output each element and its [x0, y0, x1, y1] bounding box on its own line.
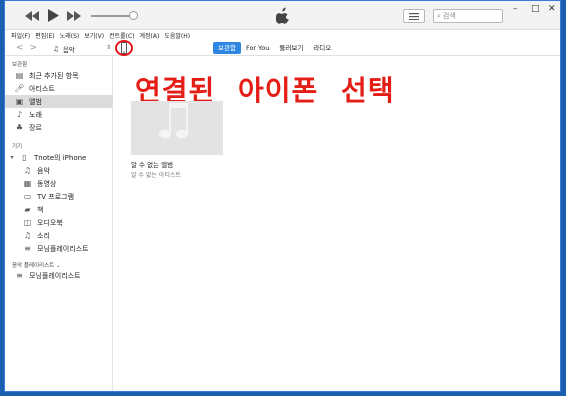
- music-notes-icon: [159, 103, 188, 139]
- note-icon: ♫: [53, 45, 59, 53]
- sidebar-item-albums[interactable]: ▣ 앨범: [5, 95, 113, 108]
- media-kind-picker[interactable]: ♫ 음악: [53, 44, 75, 54]
- search-placeholder: 검색: [442, 12, 456, 20]
- device-item-label: 오디오북: [37, 218, 63, 227]
- device-item-audiobooks[interactable]: ◫ 오디오북: [5, 216, 113, 229]
- tab-bar: 보관함 For You 둘러보기 라디오: [213, 42, 336, 54]
- sidebar-item-songs[interactable]: ♪ 노래: [5, 108, 113, 121]
- menu-account[interactable]: 계정(A): [140, 31, 160, 40]
- sidebar: 보관함 ▤ 최근 추가된 항목 🎤︎ 아티스트 ▣ 앨범 ♪ 노래 ♣ 장르 기…: [5, 56, 113, 391]
- menu-help[interactable]: 도움말(H): [164, 31, 190, 40]
- device-item-label: 동영상: [37, 179, 57, 188]
- iphone-icon: ▯: [22, 152, 27, 162]
- updown-icon[interactable]: ⇕: [106, 44, 111, 51]
- playlists-section-header[interactable]: 음악 플레이리스트 ⌄: [12, 261, 61, 269]
- playlist-icon: ≡: [16, 270, 23, 280]
- forward-icon[interactable]: >: [30, 43, 38, 53]
- search-field[interactable]: ⌕ 검색: [433, 9, 503, 23]
- device-name: Tnote의 iPhone: [34, 153, 87, 162]
- back-icon[interactable]: <: [16, 43, 24, 53]
- media-kind-label: 음악: [62, 46, 75, 54]
- disclosure-triangle-icon: ▾: [10, 153, 14, 161]
- navigation-row: < > ♫ 음악 ⇕ 보관함 For You 둘러보기 라디오: [5, 40, 560, 56]
- device-item-tones[interactable]: ♫ 소리: [5, 229, 113, 242]
- tab-library[interactable]: 보관함: [213, 42, 241, 54]
- itunes-window: ⌕ 검색 – □ ✕ 파일(F) 편집(E) 노래(S) 보기(V) 컨트롤(C…: [4, 0, 561, 392]
- playback-controls: [25, 9, 81, 22]
- sidebar-item-artists[interactable]: 🎤︎ 아티스트: [5, 82, 113, 95]
- book-icon: ▰: [24, 204, 31, 214]
- search-icon: ⌕: [437, 11, 441, 20]
- list-icon: [409, 12, 419, 20]
- tab-for-you[interactable]: For You: [241, 42, 274, 54]
- menu-edit[interactable]: 편집(E): [35, 31, 55, 40]
- menu-bar: 파일(F) 편집(E) 노래(S) 보기(V) 컨트롤(C) 계정(A) 도움말…: [5, 30, 560, 41]
- album-icon: ▣: [15, 96, 24, 106]
- genre-icon: ♣: [15, 122, 24, 132]
- rewind-icon[interactable]: [25, 10, 39, 21]
- note-icon: ♫: [23, 165, 32, 175]
- playlist-icon: ≡: [24, 243, 31, 253]
- sidebar-item-iphone[interactable]: ▾ ▯ Tnote의 iPhone: [5, 151, 113, 164]
- menu-view[interactable]: 보기(V): [84, 31, 104, 40]
- sidebar-item-label: 모닝플레이리스트: [29, 271, 81, 280]
- menu-controls[interactable]: 컨트롤(C): [109, 31, 134, 40]
- device-item-label: 소리: [37, 231, 50, 240]
- sidebar-item-recent[interactable]: ▤ 최근 추가된 항목: [5, 69, 113, 82]
- note-icon: ♪: [16, 109, 23, 119]
- fast-forward-icon[interactable]: [67, 10, 81, 21]
- player-bar: ⌕ 검색 – □ ✕: [5, 1, 560, 30]
- sidebar-item-label: 아티스트: [29, 84, 55, 93]
- close-button[interactable]: ✕: [548, 4, 556, 14]
- device-item-label: 책: [37, 205, 44, 214]
- menu-song[interactable]: 노래(S): [60, 31, 80, 40]
- library-section-header: 보관함: [12, 62, 28, 68]
- sidebar-item-label: 최근 추가된 항목: [29, 71, 79, 80]
- device-item-books[interactable]: ▰ 책: [5, 203, 113, 216]
- album-title[interactable]: 알 수 없는 앨범: [131, 159, 173, 169]
- tab-radio[interactable]: 라디오: [308, 42, 336, 54]
- play-icon[interactable]: [47, 9, 59, 22]
- sidebar-item-label: 앨범: [29, 97, 42, 106]
- album-artist: 알 수 없는 아티스트: [131, 172, 181, 179]
- film-icon: ▦: [23, 178, 32, 188]
- device-item-playlist[interactable]: ≡ 모닝플레이리스트: [5, 242, 113, 255]
- volume-knob[interactable]: [129, 11, 138, 20]
- device-item-label: TV 프로그램: [37, 192, 75, 201]
- artist-icon: 🎤︎: [14, 83, 25, 93]
- device-item-label: 음악: [37, 166, 50, 175]
- list-view-button[interactable]: [403, 9, 425, 23]
- minimize-button[interactable]: –: [513, 4, 518, 14]
- apple-logo-icon: [276, 7, 289, 24]
- album-artwork[interactable]: [131, 101, 223, 155]
- bell-icon: ♫: [23, 230, 32, 240]
- sidebar-item-genres[interactable]: ♣ 장르: [5, 121, 113, 134]
- annotation-circle: [115, 40, 133, 56]
- maximize-button[interactable]: □: [531, 4, 540, 14]
- sidebar-item-label: 장르: [29, 123, 42, 132]
- tab-browse[interactable]: 둘러보기: [274, 42, 308, 54]
- recent-icon: ▤: [15, 70, 24, 80]
- sidebar-item-label: 노래: [29, 110, 42, 119]
- sidebar-item-playlist[interactable]: ≡ 모닝플레이리스트: [5, 269, 113, 282]
- volume-slider[interactable]: [91, 15, 133, 17]
- device-item-movies[interactable]: ▦ 동영상: [5, 177, 113, 190]
- devices-section-header: 기기: [12, 144, 23, 150]
- audiobook-icon: ◫: [23, 217, 32, 227]
- device-item-music[interactable]: ♫ 음악: [5, 164, 113, 177]
- menu-file[interactable]: 파일(F): [11, 31, 30, 40]
- device-item-label: 모닝플레이리스트: [37, 244, 89, 253]
- device-item-tv[interactable]: ▭ TV 프로그램: [5, 190, 113, 203]
- tv-icon: ▭: [23, 191, 32, 201]
